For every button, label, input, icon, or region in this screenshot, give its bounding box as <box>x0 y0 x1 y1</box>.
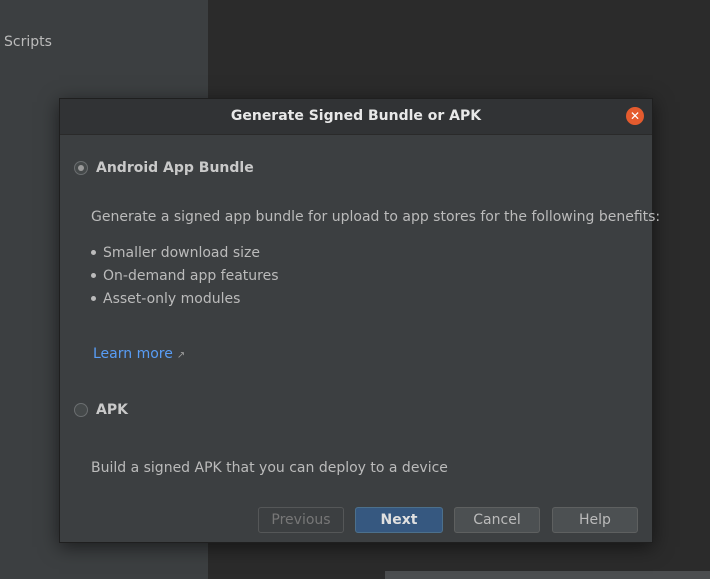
list-item: Smaller download size <box>91 241 279 264</box>
learn-more-label[interactable]: Learn more <box>93 346 173 362</box>
cancel-button[interactable]: Cancel <box>454 507 540 533</box>
help-button[interactable]: Help <box>552 507 638 533</box>
generate-signed-dialog: Generate Signed Bundle or APK ✕ Android … <box>59 98 660 543</box>
radio-label-app-bundle[interactable]: Android App Bundle <box>96 160 254 176</box>
learn-more-link[interactable]: Learn more ↗ <box>93 346 185 362</box>
dialog-title: Generate Signed Bundle or APK <box>230 108 482 124</box>
bullet-icon <box>91 250 96 255</box>
benefits-list: Smaller download size On-demand app feat… <box>91 241 279 310</box>
list-item: Asset-only modules <box>91 287 279 310</box>
radio-android-app-bundle[interactable]: Android App Bundle <box>74 160 254 176</box>
next-button[interactable]: Next <box>355 507 443 533</box>
benefit-text: Asset-only modules <box>103 290 241 307</box>
benefit-text: Smaller download size <box>103 244 260 261</box>
background-status-strip <box>385 571 710 579</box>
previous-button[interactable]: Previous <box>258 507 344 533</box>
close-icon[interactable]: ✕ <box>626 107 644 125</box>
dialog-titlebar: Generate Signed Bundle or APK ✕ <box>60 99 652 135</box>
list-item: On-demand app features <box>91 264 279 287</box>
radio-button-unselected[interactable] <box>74 403 88 417</box>
sidebar-item-scripts[interactable]: Scripts <box>4 34 52 50</box>
radio-apk[interactable]: APK <box>74 402 128 418</box>
bullet-icon <box>91 273 96 278</box>
apk-description: Build a signed APK that you can deploy t… <box>91 460 448 476</box>
benefit-text: On-demand app features <box>103 267 279 284</box>
radio-button-selected[interactable] <box>74 161 88 175</box>
radio-label-apk[interactable]: APK <box>96 402 128 418</box>
radio-dot <box>78 165 84 171</box>
external-link-icon: ↗ <box>176 350 186 361</box>
bullet-icon <box>91 296 96 301</box>
app-bundle-description: Generate a signed app bundle for upload … <box>91 209 661 225</box>
